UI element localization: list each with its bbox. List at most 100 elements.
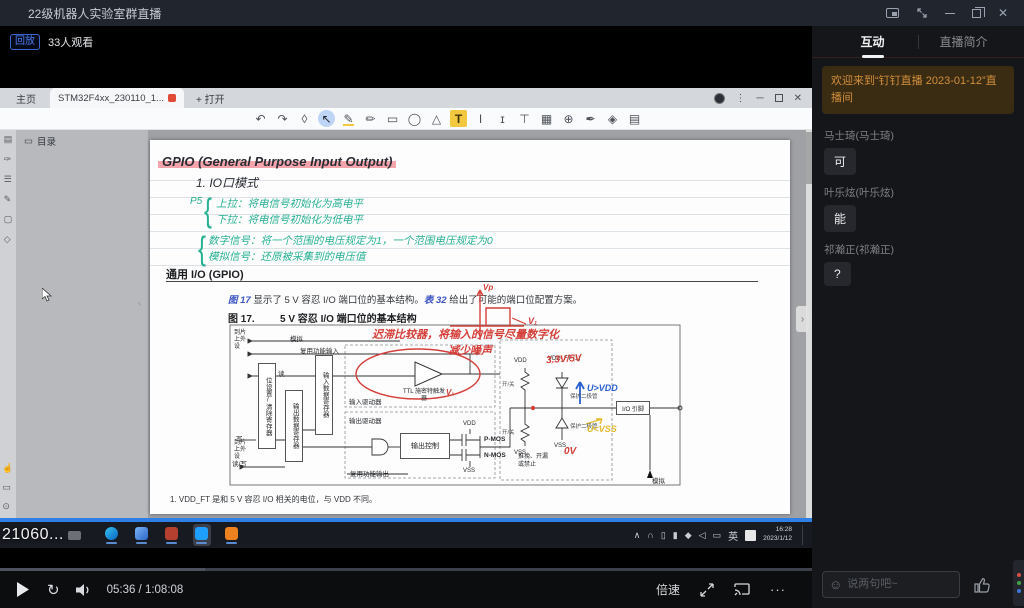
- reading-mode-icon[interactable]: ▤: [4, 134, 13, 145]
- text-cursor-tool-icon[interactable]: I: [472, 110, 489, 127]
- app-close-icon[interactable]: ✕: [794, 93, 802, 104]
- web-link-tool-icon[interactable]: ⊕: [560, 110, 577, 127]
- tray-expand-icon[interactable]: ∧: [634, 530, 641, 541]
- text-highlight-tool-icon[interactable]: T: [450, 110, 467, 127]
- chat-input-row: ☺: [812, 560, 1024, 608]
- ellipse-tool-icon[interactable]: ◯: [406, 110, 423, 127]
- next-page-handle[interactable]: ›: [796, 306, 809, 332]
- clipboard-icon[interactable]: ▯: [661, 530, 666, 541]
- sender-name: 叶乐炫(叶乐炫): [824, 185, 1024, 200]
- page-export-icon[interactable]: ▢: [4, 214, 13, 225]
- label-ttl-schmitt: TTL 施密特触发器: [400, 389, 448, 403]
- rectangle-tool-icon[interactable]: ▭: [384, 110, 401, 127]
- account-avatar[interactable]: [714, 93, 725, 104]
- picture-in-picture-icon[interactable]: [886, 8, 899, 18]
- dingtalk-app-icon: [195, 527, 208, 540]
- app-minimize-icon[interactable]: ─: [757, 93, 764, 104]
- hand-tool-icon[interactable]: ☝: [2, 463, 13, 474]
- red-note-line1: 迟滞比较器，将输入的信号尽量数字化: [372, 326, 559, 342]
- board-view-icon[interactable]: ▭: [2, 482, 13, 493]
- running-indicator: [166, 542, 177, 544]
- message-bubble: 能: [824, 205, 856, 232]
- undo-icon[interactable]: ↶: [252, 110, 269, 127]
- label-onoff-2: 开/关: [502, 428, 515, 436]
- chat-input[interactable]: [847, 578, 953, 590]
- message-bubble: 可: [824, 148, 856, 175]
- quill-icon[interactable]: ✑: [4, 154, 13, 165]
- reaction-panel-edge[interactable]: [1013, 560, 1024, 606]
- label-vdd-mos: VDD: [463, 421, 476, 427]
- bit-set-reset-register-box: 位设置/清除寄存器: [258, 363, 276, 449]
- ime-language-indicator[interactable]: 英: [728, 528, 738, 543]
- fullscreen-icon[interactable]: [700, 583, 714, 597]
- phone-link-icon[interactable]: ▮: [673, 530, 678, 541]
- like-thumbs-up-icon[interactable]: [972, 574, 992, 594]
- reader-app-icon: [165, 527, 178, 540]
- files-app-icon: [135, 527, 148, 540]
- playback-speed-button[interactable]: 倍速: [656, 581, 680, 598]
- notebook-tool-icon[interactable]: ▤: [626, 110, 643, 127]
- reaction-dot-green: [1017, 581, 1021, 585]
- resize-window-icon[interactable]: [916, 7, 928, 19]
- toc-collapse-handle[interactable]: ‹: [138, 298, 141, 308]
- more-options-button[interactable]: ···: [770, 582, 786, 597]
- chat-message-list[interactable]: 马士琦(马士琦) 可 叶乐炫(叶乐炫) 能 祁瀚正(祁瀚正) ?: [812, 114, 1024, 560]
- image-tool-icon[interactable]: ▦: [538, 110, 555, 127]
- app-maximize-icon[interactable]: [775, 94, 783, 102]
- close-icon[interactable]: ✕: [998, 8, 1008, 18]
- minimize-icon[interactable]: [945, 13, 955, 14]
- play-button[interactable]: [16, 582, 29, 597]
- cast-screen-icon[interactable]: [734, 583, 750, 596]
- pen-tool-icon[interactable]: ✎: [340, 110, 357, 127]
- pointer-tool-icon[interactable]: ↖: [318, 110, 335, 127]
- label-pushpull: 推挽、开漏或禁止: [518, 454, 550, 469]
- label-read: 读: [278, 368, 285, 378]
- document-viewport[interactable]: GPIO (General Purpose Input Output) 1. I…: [148, 130, 812, 518]
- tab-interaction[interactable]: 互动: [828, 33, 918, 50]
- shape-eraser-icon[interactable]: ◊: [296, 110, 313, 127]
- label-vdd-rail: VDD: [514, 358, 527, 364]
- stamp-tool-icon[interactable]: ◈: [604, 110, 621, 127]
- label-to-peripheral-top: 到片上外设: [234, 330, 246, 352]
- shared-screen: 主页 STM32F4xx_230110_1... + 打开 ⋮ ─ ✕ ↶: [0, 88, 812, 548]
- running-indicator: [196, 542, 207, 544]
- playback-time: 05:36 / 1:08:08: [107, 584, 184, 596]
- tab-live-intro[interactable]: 直播简介: [919, 33, 1009, 50]
- pdf-app-tabbar: 主页 STM32F4xx_230110_1... + 打开 ⋮ ─ ✕: [0, 88, 812, 108]
- show-desktop-button[interactable]: [802, 525, 806, 545]
- tab-document[interactable]: STM32F4xx_230110_1...: [50, 88, 184, 108]
- outline-list-icon[interactable]: ☰: [4, 174, 13, 185]
- emoji-icon[interactable]: ☺: [829, 577, 842, 592]
- pen2-tool-icon[interactable]: ✏: [362, 110, 379, 127]
- dingtalk-tray-icon[interactable]: ◆: [685, 530, 692, 541]
- text-small-tool-icon[interactable]: ɪ: [494, 110, 511, 127]
- polygon-tool-icon[interactable]: △: [428, 110, 445, 127]
- label-input-driver: 输入驱动器: [349, 396, 382, 406]
- headset-icon[interactable]: ∩: [647, 530, 653, 540]
- window-title: 22级机器人实验室群直播: [28, 5, 161, 22]
- tab-open-file[interactable]: + 打开: [196, 91, 225, 106]
- redo-icon[interactable]: ↷: [274, 110, 291, 127]
- signature-tool-icon[interactable]: ✒: [582, 110, 599, 127]
- chat-input-box[interactable]: ☺: [822, 571, 960, 598]
- tab-home[interactable]: 主页: [16, 91, 36, 106]
- annotation-toolbar: ↶ ↷ ◊ ↖ ✎ ✏ ▭ ◯ △ T: [0, 108, 812, 130]
- ime-icon[interactable]: [745, 530, 756, 541]
- volume-button[interactable]: [76, 583, 93, 597]
- annotate-icon[interactable]: ✎: [4, 194, 13, 205]
- battery-icon[interactable]: ▭: [713, 530, 722, 541]
- taskbar-clock[interactable]: 16:28 2023/1/12: [763, 526, 792, 544]
- label-nmos: N-MOS: [484, 452, 506, 459]
- replay-button[interactable]: ↻: [47, 581, 60, 599]
- more-tools-icon[interactable]: ⊙: [2, 501, 13, 512]
- edge-browser-icon: [105, 527, 118, 540]
- blue-overvoltage-note: U>VDD: [587, 383, 618, 393]
- maximize-icon[interactable]: [972, 9, 981, 18]
- app-menu-icon[interactable]: ⋮: [736, 93, 746, 104]
- pdf-left-sidebar: ▤ ✑ ☰ ✎ ▢ ◇ ☝ ▭ ⊙: [0, 130, 16, 518]
- textbox-tool-icon[interactable]: ⊤: [516, 110, 533, 127]
- speaker-tray-icon[interactable]: ◁: [699, 530, 706, 541]
- video-player-area[interactable]: 回放 33人观看 主页 STM32F4xx_230110_1... + 打开 ⋮…: [0, 26, 812, 568]
- player-control-bar: ↻ 05:36 / 1:08:08 倍速 ···: [0, 568, 812, 608]
- tag-icon[interactable]: ◇: [4, 234, 13, 245]
